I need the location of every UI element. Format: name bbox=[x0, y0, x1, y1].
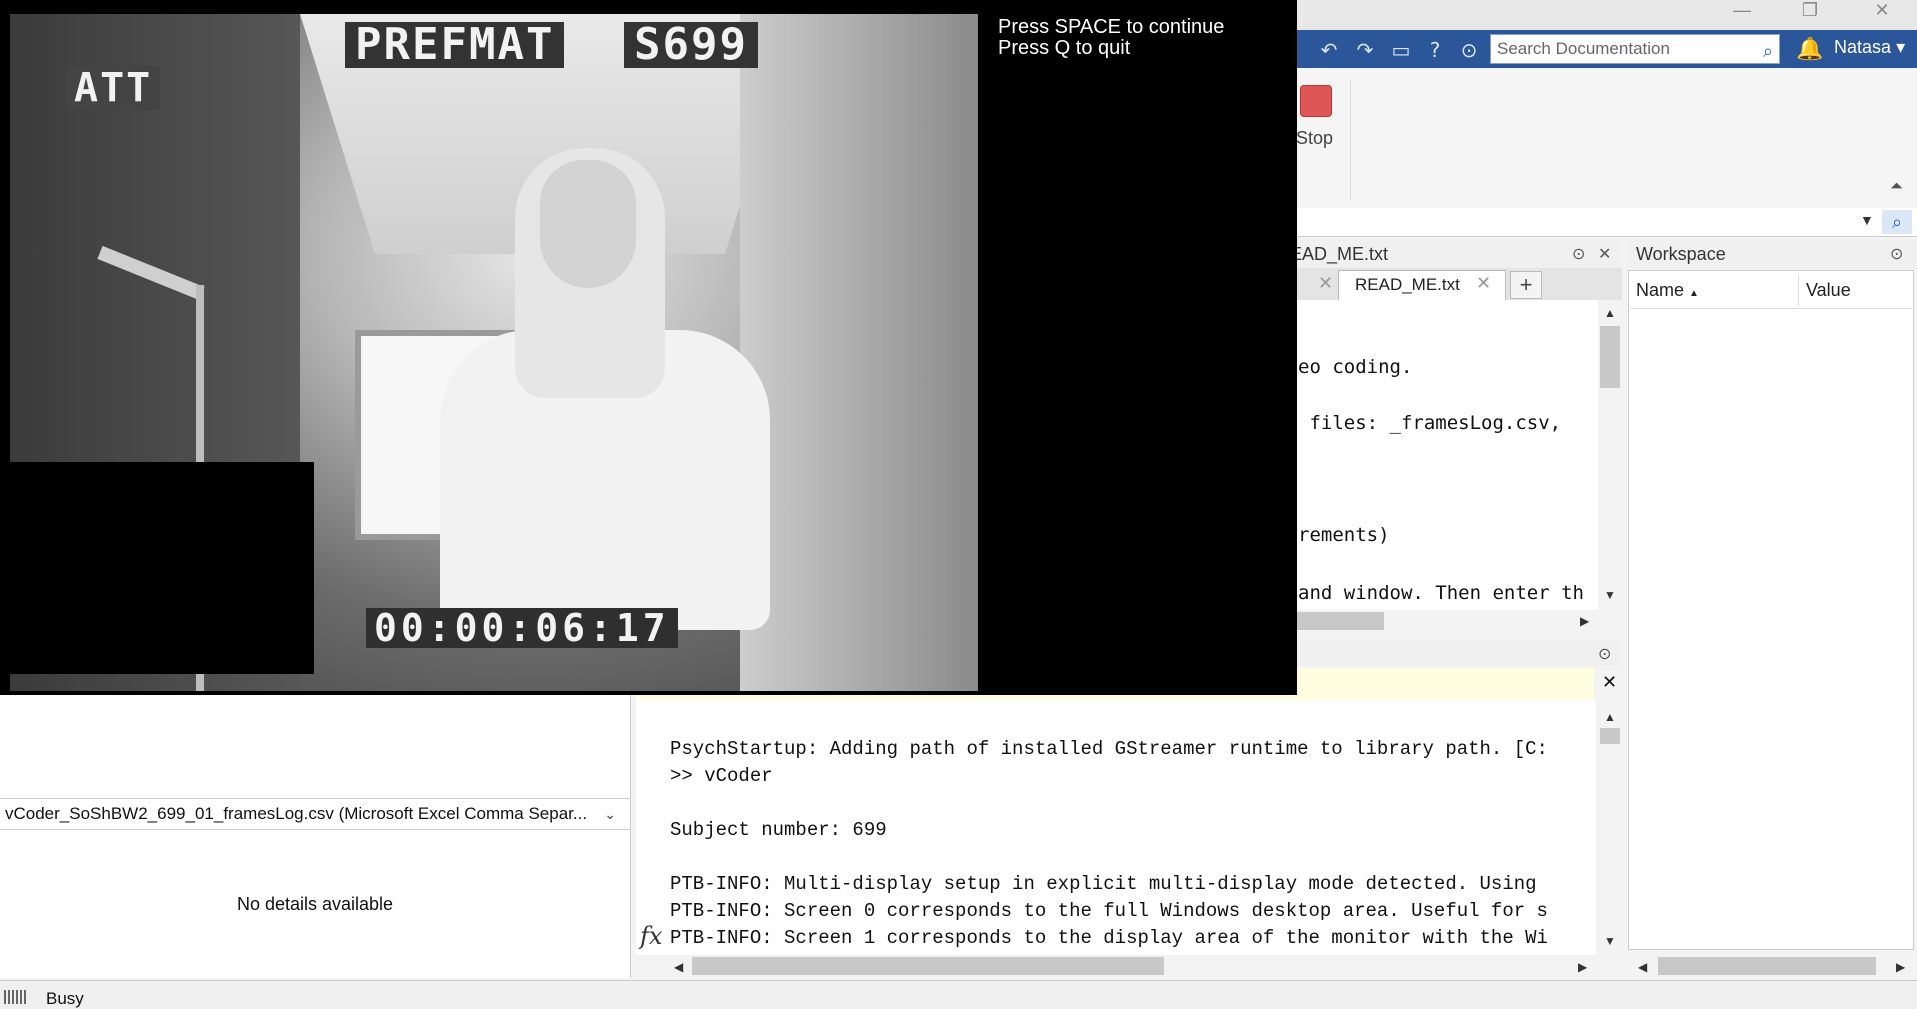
file-selector-label: vCoder_SoShBW2_699_01_framesLog.csv (Mic… bbox=[5, 804, 588, 823]
command-line: Subject number: 699 bbox=[670, 819, 887, 841]
video-person-face bbox=[540, 160, 636, 288]
video-wall-right bbox=[740, 14, 978, 691]
notice-close-icon[interactable]: ✕ bbox=[1602, 672, 1617, 693]
overlay-timecode: 00:00:06:17 bbox=[366, 608, 678, 648]
editor-vscroll-thumb[interactable] bbox=[1600, 326, 1620, 388]
chevron-down-icon: ⌄ bbox=[604, 806, 616, 822]
overlay-title: PREFMAT bbox=[345, 22, 565, 68]
search-icon[interactable]: ⌕ bbox=[1763, 37, 1773, 65]
workspace-col-name-label: Name bbox=[1636, 280, 1685, 300]
user-name: Natasa bbox=[1834, 37, 1892, 57]
workspace-title: Workspace bbox=[1626, 240, 1917, 268]
search-documentation-input[interactable]: Search Documentation ⌕ bbox=[1490, 34, 1780, 64]
status-text: Busy bbox=[46, 989, 84, 1008]
no-details-text: No details available bbox=[236, 894, 394, 914]
fx-icon[interactable]: fx bbox=[640, 922, 662, 950]
scroll-right-icon[interactable]: ▶ bbox=[1896, 960, 1905, 974]
scroll-right-icon[interactable]: ▶ bbox=[1580, 614, 1589, 628]
workspace-panel[interactable] bbox=[1628, 270, 1914, 950]
tab-close-icon[interactable]: ✕ bbox=[1318, 273, 1333, 294]
chevron-down-icon: ▾ bbox=[1896, 37, 1906, 57]
ribbon bbox=[1262, 68, 1917, 209]
command-line: PTB-INFO: Screen 0 corresponds to the fu… bbox=[670, 900, 1548, 922]
status-bar bbox=[0, 980, 1917, 1006]
stop-button[interactable] bbox=[1300, 85, 1332, 117]
redo-icon[interactable]: ↷ bbox=[1352, 37, 1378, 63]
workspace-hscroll-thumb[interactable] bbox=[1658, 957, 1876, 975]
search-placeholder: Search Documentation bbox=[1497, 39, 1670, 58]
scroll-up-icon[interactable]: ▲ bbox=[1604, 710, 1616, 724]
code-line: eo coding. bbox=[1298, 356, 1413, 378]
address-search-icon[interactable]: ⌕ bbox=[1882, 210, 1912, 234]
scroll-left-icon[interactable]: ◀ bbox=[674, 960, 683, 974]
close-icon[interactable]: ✕ bbox=[1862, 0, 1902, 21]
window-icon[interactable]: ▭ bbox=[1388, 37, 1414, 63]
workspace-col-name[interactable]: Name ▲ bbox=[1636, 280, 1699, 301]
video-mask-box bbox=[10, 462, 314, 674]
user-menu[interactable]: Natasa ▾ bbox=[1834, 37, 1905, 58]
scroll-left-icon[interactable]: ◀ bbox=[1638, 960, 1647, 974]
instruction-continue: Press SPACE to continue bbox=[998, 16, 1225, 38]
collapse-ribbon-icon[interactable]: ⏶ bbox=[1890, 178, 1903, 196]
busy-icon bbox=[4, 990, 26, 1004]
editor-options-icon[interactable]: ⊙ bbox=[1572, 244, 1585, 264]
editor-body[interactable] bbox=[1262, 300, 1598, 610]
command-line: PTB-INFO: Multi-display setup in explici… bbox=[670, 873, 1548, 895]
code-line: files: _framesLog.csv, bbox=[1298, 412, 1562, 434]
editor-title: EAD_ME.txt bbox=[1262, 240, 1622, 268]
undo-icon[interactable]: ↶ bbox=[1316, 37, 1342, 63]
scroll-down-icon[interactable]: ▼ bbox=[1604, 934, 1616, 948]
overlay-condition: ATT bbox=[66, 66, 161, 110]
command-hscroll-thumb[interactable] bbox=[692, 957, 1164, 975]
command-line: >> vCoder bbox=[670, 765, 773, 787]
command-line: PsychStartup: Adding path of installed G… bbox=[670, 738, 1548, 760]
overlay-subject: S699 bbox=[624, 22, 758, 68]
help-icon[interactable]: ? bbox=[1422, 37, 1448, 63]
scroll-down-icon[interactable]: ▼ bbox=[1604, 588, 1616, 602]
tab-readme-close-icon[interactable]: ✕ bbox=[1476, 273, 1491, 294]
address-dropdown-icon[interactable]: ▼ bbox=[1860, 212, 1874, 228]
video-window[interactable]: PREFMAT S699 ATT 00:00:06:17 Press SPACE… bbox=[0, 0, 1297, 695]
command-line: PTB-INFO: Screen 1 corresponds to the di… bbox=[670, 927, 1548, 949]
dropdown-icon[interactable]: ⊙ bbox=[1456, 37, 1482, 63]
tab-readme-label: READ_ME.txt bbox=[1355, 275, 1460, 294]
workspace-title-text: Workspace bbox=[1636, 244, 1726, 264]
scroll-right-icon[interactable]: ▶ bbox=[1578, 960, 1587, 974]
stop-label: Stop bbox=[1296, 128, 1334, 148]
code-line: rements) bbox=[1298, 524, 1390, 546]
command-vscroll-thumb[interactable] bbox=[1600, 728, 1620, 744]
editor-title-text: EAD_ME.txt bbox=[1290, 244, 1389, 264]
ribbon-divider bbox=[1350, 80, 1351, 200]
minimize-icon[interactable]: — bbox=[1722, 0, 1762, 21]
code-line: and window. Then enter th bbox=[1298, 582, 1584, 604]
editor-close-icon[interactable]: ✕ bbox=[1598, 244, 1611, 264]
sort-asc-icon: ▲ bbox=[1689, 288, 1699, 299]
scroll-up-icon[interactable]: ▲ bbox=[1604, 306, 1616, 320]
instruction-quit: Press Q to quit bbox=[998, 37, 1131, 59]
file-selector[interactable]: vCoder_SoShBW2_699_01_framesLog.csv (Mic… bbox=[0, 798, 630, 830]
restore-icon[interactable]: ❐ bbox=[1790, 0, 1830, 21]
bell-icon[interactable]: 🔔 bbox=[1796, 36, 1823, 62]
address-bar[interactable] bbox=[1262, 208, 1917, 237]
command-options-icon[interactable]: ⊙ bbox=[1598, 644, 1611, 664]
workspace-options-icon[interactable]: ⊙ bbox=[1890, 244, 1903, 264]
workspace-col-value[interactable]: Value bbox=[1806, 280, 1851, 301]
new-tab-button[interactable]: + bbox=[1510, 271, 1542, 299]
column-divider[interactable] bbox=[1798, 274, 1799, 306]
details-panel bbox=[0, 692, 631, 978]
